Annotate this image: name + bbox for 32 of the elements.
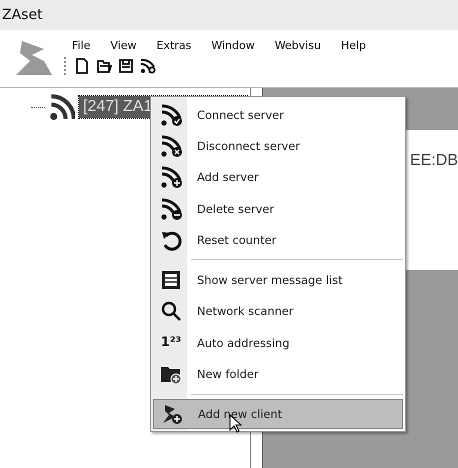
menu-item[interactable]: Delete server	[153, 192, 403, 224]
connect-server-icon	[160, 104, 182, 126]
menu-item[interactable]: New folder	[153, 358, 403, 390]
menu-item[interactable]: Show server message list	[153, 264, 403, 296]
delete-server-icon	[160, 198, 182, 220]
menu-item[interactable]: Extras	[148, 37, 204, 54]
menu-item[interactable]: 1²³ Auto addressing	[153, 327, 403, 358]
menu-item[interactable]: Disconnect server	[153, 130, 403, 162]
menu-item[interactable]: Webvisu	[266, 37, 333, 54]
menu-item[interactable]: View	[102, 37, 149, 54]
add-server-icon[interactable]	[140, 58, 156, 74]
window-title: ZAset	[1, 7, 43, 23]
menu-item[interactable]: Add server	[153, 162, 403, 193]
disconnect-server-icon	[160, 134, 182, 157]
add-client-icon	[161, 402, 183, 425]
server-icon	[49, 94, 75, 120]
reset-icon	[160, 228, 182, 251]
list-icon	[160, 269, 182, 292]
menu-item[interactable]: Add new client	[153, 398, 403, 429]
numbering-icon: 1²³	[160, 335, 182, 350]
save-icon[interactable]	[118, 58, 134, 74]
add-server-icon	[160, 166, 182, 188]
menu-item[interactable]: Network scanner	[153, 296, 403, 328]
menu-item[interactable]: Window	[203, 37, 267, 54]
open-folder-icon[interactable]	[96, 58, 112, 74]
menu-item[interactable]: File	[64, 37, 102, 54]
search-icon	[160, 300, 182, 322]
detail-text: EE:DB	[410, 152, 458, 171]
new-file-icon[interactable]	[74, 58, 90, 74]
menu-item[interactable]: Connect server	[153, 99, 403, 130]
menu-item[interactable]: Reset counter	[153, 224, 403, 256]
menu-item[interactable]: Help	[332, 37, 378, 54]
